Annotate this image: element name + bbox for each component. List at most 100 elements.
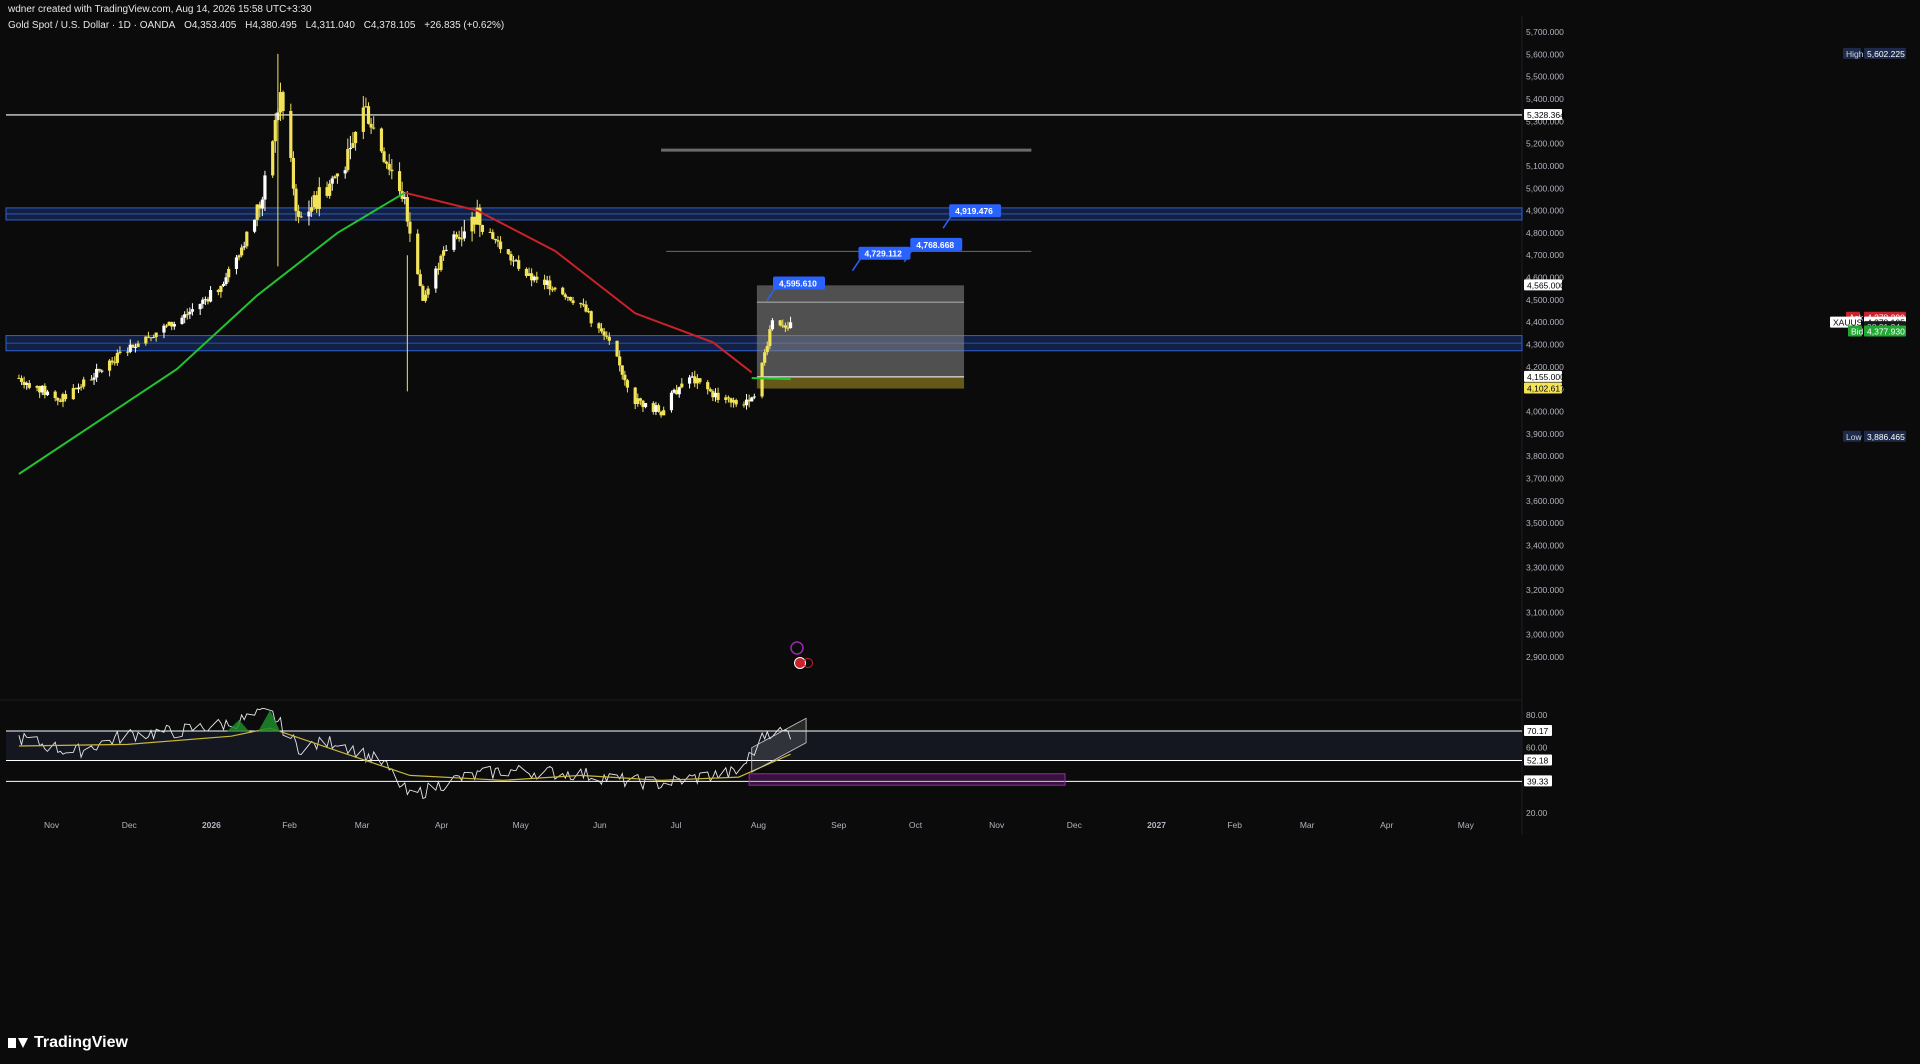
candle-body: [291, 157, 296, 189]
price-axis-tick: 3,300.000: [1526, 563, 1564, 573]
rsi-purple-box[interactable]: [748, 773, 1066, 786]
candle-body: [568, 297, 573, 301]
candle-body: [172, 323, 176, 327]
candle-body: [208, 290, 213, 302]
candle-body: [656, 405, 661, 412]
candle-body: [151, 337, 156, 339]
time-axis-tick: Jul: [671, 820, 682, 830]
candle-body: [662, 410, 666, 416]
candle-body: [491, 232, 495, 239]
price-axis-tick: 4,400.000: [1526, 317, 1564, 327]
candle-body: [460, 238, 464, 240]
price-axis-tick: 4,500.000: [1526, 295, 1564, 305]
candle-body: [385, 161, 389, 164]
candle-body: [63, 394, 68, 400]
candle-body: [734, 400, 738, 405]
candle-body: [382, 151, 386, 162]
candle-body: [234, 257, 239, 269]
price-axis-tick: 3,800.000: [1526, 451, 1564, 461]
time-axis-tick: Apr: [1380, 820, 1393, 830]
candle-body: [76, 387, 81, 390]
candle-body: [441, 250, 446, 256]
candle-body: [607, 336, 611, 341]
candle-body: [346, 149, 350, 171]
position-profit-zone[interactable]: [756, 285, 965, 377]
price-axis-tick: 3,500.000: [1526, 518, 1564, 528]
candle-body: [333, 176, 337, 179]
line-price-tag-2: 4,155.000: [1527, 372, 1565, 382]
candle-body: [328, 183, 332, 196]
tradingview-logo[interactable]: TradingView: [8, 1034, 128, 1052]
candle-body: [361, 107, 365, 132]
candle-body: [726, 397, 731, 399]
candle-body: [584, 304, 588, 312]
candle-body: [71, 388, 75, 400]
candle-body: [405, 197, 409, 222]
price-axis-tick: 4,900.000: [1526, 206, 1564, 216]
time-axis-tick: Nov: [44, 820, 60, 830]
candle-body: [154, 332, 158, 338]
target-label-0: 4,595.610: [779, 279, 817, 289]
candle-body: [263, 175, 267, 200]
time-axis-tick: Dec: [122, 820, 138, 830]
candle-body: [27, 383, 31, 388]
candle-body: [783, 325, 787, 328]
candle-body: [571, 300, 575, 304]
rsi-level-tag-2: 39.33: [1527, 776, 1549, 786]
candle-body: [638, 398, 642, 401]
candle-body: [307, 211, 311, 217]
candle-body: [563, 294, 567, 297]
candle-body: [770, 320, 775, 330]
line-price-tag-0: 5,328.364: [1527, 110, 1565, 120]
lightning-event-icon[interactable]: [790, 641, 804, 655]
rsi-channel[interactable]: [751, 717, 807, 773]
candle-body: [115, 352, 119, 363]
price-axis-tick: 3,200.000: [1526, 585, 1564, 595]
candle-body: [579, 303, 583, 305]
rsi-overbought-fill-0: [227, 719, 250, 732]
rsi-axis-tick: 20.00: [1526, 808, 1548, 818]
price-axis-tick: 5,200.000: [1526, 139, 1564, 149]
time-axis-tick: May: [513, 820, 530, 830]
candle-body: [164, 325, 169, 327]
candle-body: [480, 224, 485, 232]
price-axis-tick: 3,400.000: [1526, 540, 1564, 550]
chart-canvas[interactable]: 4,595.610 4,729.112 4,768.668 4,919.476 5,70…: [0, 0, 1920, 1064]
price-axis-tick: 4,300.000: [1526, 340, 1564, 350]
candle-body: [750, 397, 754, 402]
candle-body: [462, 231, 466, 239]
candle-body: [390, 169, 394, 172]
candle-body: [219, 285, 223, 293]
rsi-level-tag-0: 70.17: [1527, 726, 1549, 736]
candle-body: [369, 123, 373, 128]
candle-body: [260, 199, 264, 209]
price-axis-tick: 3,100.000: [1526, 607, 1564, 617]
candle-body: [221, 283, 226, 286]
candle-body: [509, 254, 513, 261]
candle-body: [281, 92, 285, 111]
candle-body: [493, 238, 497, 241]
candle-body: [366, 106, 371, 124]
candle-body: [97, 368, 101, 371]
candle-body: [92, 377, 96, 380]
time-axis-tick: Feb: [282, 820, 297, 830]
candle-body: [643, 403, 648, 408]
tradingview-logo-icon: [8, 1036, 28, 1050]
candle-body: [680, 383, 684, 388]
candle-body: [625, 380, 630, 388]
candle-body: [605, 335, 609, 337]
time-axis-tick: 2027: [1147, 820, 1166, 830]
price-axis-tick: 3,900.000: [1526, 429, 1564, 439]
candle-body: [599, 328, 604, 332]
candle-body: [82, 379, 86, 387]
high-value: 5,602.225: [1867, 49, 1905, 59]
bid-tag: Bid: [1851, 327, 1864, 337]
candle-body: [271, 141, 275, 176]
price-axis-tick: 4,200.000: [1526, 362, 1564, 372]
target-label-3: 4,919.476: [955, 206, 993, 216]
candle-body: [79, 386, 83, 388]
candle-body: [133, 346, 138, 348]
time-axis-tick: Dec: [1067, 820, 1083, 830]
candle-body: [498, 241, 503, 250]
candle-body: [353, 131, 358, 144]
